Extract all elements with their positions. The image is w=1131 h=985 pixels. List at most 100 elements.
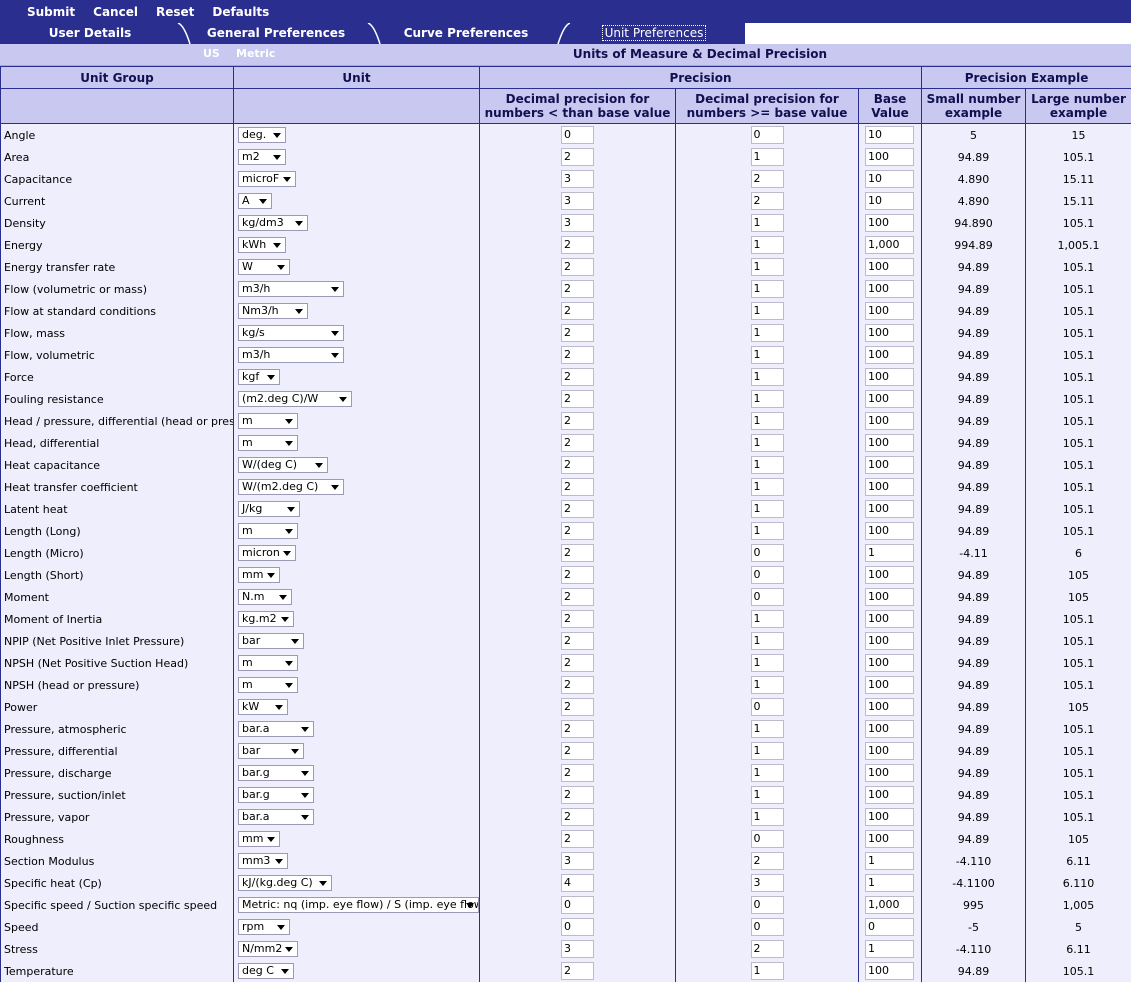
unit-select[interactable]: bar bbox=[238, 633, 304, 649]
unit-select[interactable]: bar.a bbox=[238, 721, 314, 737]
unit-select[interactable]: microF bbox=[238, 171, 296, 187]
unit-select[interactable]: W/(deg C) bbox=[238, 457, 328, 473]
unit-select[interactable]: kg/s bbox=[238, 325, 344, 341]
base-value-input[interactable]: 100 bbox=[865, 346, 914, 364]
base-value-input[interactable]: 100 bbox=[865, 522, 914, 540]
decimal-lt-input[interactable]: 2 bbox=[561, 368, 594, 386]
metric-system-link[interactable]: Metric bbox=[236, 47, 275, 60]
decimal-lt-input[interactable]: 2 bbox=[561, 742, 594, 760]
decimal-ge-input[interactable]: 1 bbox=[750, 456, 784, 474]
decimal-lt-input[interactable]: 3 bbox=[561, 214, 594, 232]
decimal-lt-input[interactable]: 0 bbox=[561, 126, 594, 144]
unit-select[interactable]: rpm bbox=[238, 919, 290, 935]
unit-select[interactable]: deg. bbox=[238, 127, 286, 143]
base-value-input[interactable]: 100 bbox=[865, 302, 914, 320]
decimal-lt-input[interactable]: 2 bbox=[561, 302, 594, 320]
base-value-input[interactable]: 100 bbox=[865, 654, 914, 672]
unit-select[interactable]: N/mm2 bbox=[238, 941, 298, 957]
unit-select[interactable]: kWh bbox=[238, 237, 286, 253]
decimal-ge-input[interactable]: 1 bbox=[750, 258, 784, 276]
decimal-lt-input[interactable]: 2 bbox=[561, 764, 594, 782]
decimal-ge-input[interactable]: 1 bbox=[750, 214, 784, 232]
decimal-lt-input[interactable]: 2 bbox=[561, 962, 594, 980]
base-value-input[interactable]: 1,000 bbox=[865, 236, 914, 254]
decimal-lt-input[interactable]: 2 bbox=[561, 324, 594, 342]
base-value-input[interactable]: 100 bbox=[865, 324, 914, 342]
decimal-lt-input[interactable]: 2 bbox=[561, 434, 594, 452]
base-value-input[interactable]: 100 bbox=[865, 786, 914, 804]
decimal-lt-input[interactable]: 2 bbox=[561, 632, 594, 650]
tab-curve-preferences[interactable]: Curve Preferences bbox=[382, 23, 550, 44]
unit-select[interactable]: N.m bbox=[238, 589, 292, 605]
unit-select[interactable]: m bbox=[238, 677, 298, 693]
decimal-ge-input[interactable]: 1 bbox=[750, 390, 784, 408]
base-value-input[interactable]: 100 bbox=[865, 412, 914, 430]
decimal-ge-input[interactable]: 1 bbox=[750, 324, 784, 342]
base-value-input[interactable]: 100 bbox=[865, 214, 914, 232]
decimal-lt-input[interactable]: 2 bbox=[561, 500, 594, 518]
base-value-input[interactable]: 100 bbox=[865, 676, 914, 694]
decimal-lt-input[interactable]: 0 bbox=[561, 918, 594, 936]
decimal-ge-input[interactable]: 1 bbox=[750, 786, 784, 804]
decimal-ge-input[interactable]: 1 bbox=[750, 808, 784, 826]
decimal-lt-input[interactable]: 2 bbox=[561, 698, 594, 716]
base-value-input[interactable]: 100 bbox=[865, 610, 914, 628]
decimal-ge-input[interactable]: 0 bbox=[750, 566, 784, 584]
unit-select[interactable]: m3/h bbox=[238, 347, 344, 363]
unit-select[interactable]: bar bbox=[238, 743, 304, 759]
unit-select[interactable]: bar.g bbox=[238, 787, 314, 803]
decimal-ge-input[interactable]: 1 bbox=[750, 412, 784, 430]
base-value-input[interactable]: 100 bbox=[865, 500, 914, 518]
base-value-input[interactable]: 100 bbox=[865, 720, 914, 738]
decimal-ge-input[interactable]: 0 bbox=[750, 698, 784, 716]
decimal-lt-input[interactable]: 0 bbox=[561, 896, 594, 914]
decimal-ge-input[interactable]: 1 bbox=[750, 720, 784, 738]
decimal-ge-input[interactable]: 0 bbox=[750, 896, 784, 914]
unit-select[interactable]: m bbox=[238, 655, 298, 671]
decimal-ge-input[interactable]: 0 bbox=[750, 544, 784, 562]
decimal-lt-input[interactable]: 3 bbox=[561, 852, 594, 870]
decimal-ge-input[interactable]: 1 bbox=[750, 676, 784, 694]
decimal-lt-input[interactable]: 2 bbox=[561, 808, 594, 826]
decimal-lt-input[interactable]: 2 bbox=[561, 588, 594, 606]
unit-select[interactable]: kW bbox=[238, 699, 288, 715]
decimal-ge-input[interactable]: 1 bbox=[750, 764, 784, 782]
defaults-button[interactable]: Defaults bbox=[203, 5, 278, 19]
decimal-ge-input[interactable]: 0 bbox=[750, 918, 784, 936]
unit-select[interactable]: bar.g bbox=[238, 765, 314, 781]
base-value-input[interactable]: 100 bbox=[865, 280, 914, 298]
decimal-ge-input[interactable]: 1 bbox=[750, 302, 784, 320]
unit-select[interactable]: m bbox=[238, 435, 298, 451]
base-value-input[interactable]: 100 bbox=[865, 962, 914, 980]
base-value-input[interactable]: 1 bbox=[865, 852, 914, 870]
decimal-lt-input[interactable]: 4 bbox=[561, 874, 594, 892]
decimal-lt-input[interactable]: 3 bbox=[561, 192, 594, 210]
us-system-link[interactable]: US bbox=[203, 47, 220, 60]
decimal-lt-input[interactable]: 2 bbox=[561, 830, 594, 848]
decimal-lt-input[interactable]: 2 bbox=[561, 478, 594, 496]
decimal-ge-input[interactable]: 2 bbox=[750, 192, 784, 210]
base-value-input[interactable]: 10 bbox=[865, 192, 914, 210]
decimal-lt-input[interactable]: 2 bbox=[561, 566, 594, 584]
decimal-lt-input[interactable]: 2 bbox=[561, 544, 594, 562]
decimal-ge-input[interactable]: 2 bbox=[750, 170, 784, 188]
decimal-ge-input[interactable]: 0 bbox=[750, 126, 784, 144]
base-value-input[interactable]: 100 bbox=[865, 566, 914, 584]
base-value-input[interactable]: 100 bbox=[865, 368, 914, 386]
base-value-input[interactable]: 10 bbox=[865, 170, 914, 188]
base-value-input[interactable]: 100 bbox=[865, 258, 914, 276]
tab-user-details[interactable]: User Details bbox=[0, 23, 180, 44]
decimal-ge-input[interactable]: 1 bbox=[750, 236, 784, 254]
decimal-lt-input[interactable]: 3 bbox=[561, 170, 594, 188]
decimal-ge-input[interactable]: 1 bbox=[750, 434, 784, 452]
base-value-input[interactable]: 100 bbox=[865, 434, 914, 452]
base-value-input[interactable]: 100 bbox=[865, 742, 914, 760]
decimal-ge-input[interactable]: 1 bbox=[750, 962, 784, 980]
unit-select[interactable]: kg/dm3 bbox=[238, 215, 308, 231]
base-value-input[interactable]: 1,000 bbox=[865, 896, 914, 914]
unit-select[interactable]: bar.a bbox=[238, 809, 314, 825]
decimal-ge-input[interactable]: 2 bbox=[750, 852, 784, 870]
unit-select[interactable]: (m2.deg C)/W bbox=[238, 391, 352, 407]
unit-select[interactable]: micron bbox=[238, 545, 296, 561]
decimal-lt-input[interactable]: 2 bbox=[561, 412, 594, 430]
